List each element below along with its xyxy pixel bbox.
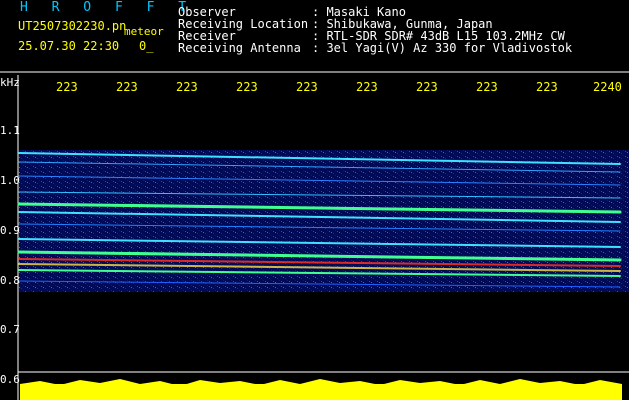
- observation-datetime: 25.07.30 22:30: [18, 39, 120, 53]
- app-logo: H R O F F T: [20, 0, 195, 15]
- frequency-tick: 0.8: [0, 274, 20, 287]
- frequency-tick: 0.6: [0, 373, 20, 386]
- meteor-count: 0_: [139, 39, 154, 53]
- time-axis: 223 223 223 223 223 223 223 223 223 2240: [0, 80, 629, 96]
- spectrogram-canvas: [0, 71, 629, 400]
- frequency-tick: 1.0: [0, 174, 20, 187]
- info-labels: Observer Receiving Location Receiver Rec…: [178, 6, 308, 54]
- info-values: : Masaki Kano : Shibukawa, Gunma, Japan …: [312, 6, 572, 54]
- time-tick: 223: [56, 80, 78, 94]
- meteor-label: meteor: [124, 25, 164, 38]
- time-tick: 2240: [593, 80, 622, 94]
- time-tick: 223: [356, 80, 378, 94]
- time-tick: 223: [476, 80, 498, 94]
- frequency-tick: 1.1: [0, 124, 20, 137]
- time-tick: 223: [176, 80, 198, 94]
- time-tick: 223: [536, 80, 558, 94]
- amplitude-bar: [20, 379, 622, 400]
- image-filename: UT2507302230.pn: [18, 19, 127, 33]
- time-tick: 223: [116, 80, 138, 94]
- antenna-label: Receiving Antenna: [178, 41, 301, 55]
- time-tick: 223: [296, 80, 318, 94]
- time-tick: 223: [416, 80, 438, 94]
- frequency-tick: 0.7: [0, 323, 20, 336]
- time-tick: 223: [236, 80, 258, 94]
- frequency-tick: 0.9: [0, 224, 20, 237]
- antenna-value: : 3el Yagi(V) Az 330 for Vladivostok: [312, 41, 573, 55]
